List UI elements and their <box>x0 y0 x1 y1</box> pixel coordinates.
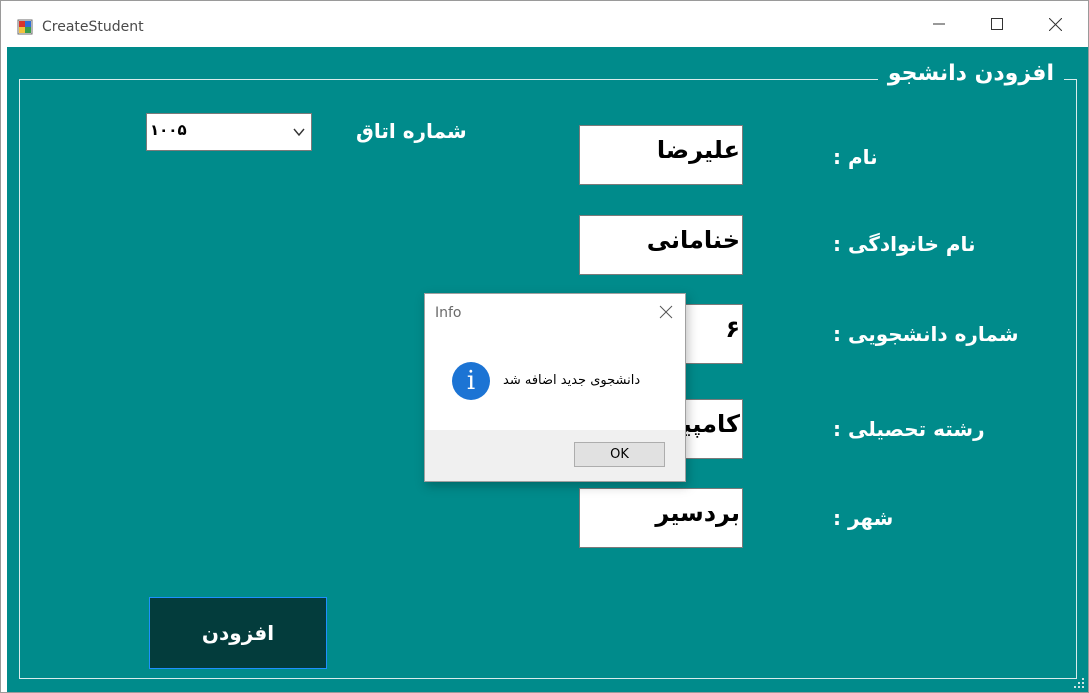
last-name-label: نام خانوادگی : <box>833 232 976 256</box>
last-name-field[interactable]: خنامانی <box>579 215 743 275</box>
room-number-value: ۱۰۰۵ <box>150 121 187 139</box>
last-name-value: خنامانی <box>646 226 740 254</box>
city-label: شهر : <box>833 506 894 530</box>
first-name-label: نام : <box>833 145 878 169</box>
student-number-value: ۶ <box>725 315 740 343</box>
room-number-label: شماره اتاق <box>356 119 467 143</box>
first-name-value: علیرضا <box>656 136 740 164</box>
maximize-icon <box>991 18 1003 30</box>
window-title: CreateStudent <box>42 19 144 35</box>
message-text: دانشجوی جدید اضافه شد <box>503 373 641 388</box>
ok-button[interactable]: OK <box>574 442 665 467</box>
message-box-title: Info <box>435 305 462 321</box>
title-bar[interactable]: CreateStudent <box>1 1 1088 47</box>
app-icon <box>17 19 33 35</box>
room-number-combobox[interactable]: ۱۰۰۵ <box>146 113 312 151</box>
city-value: بردسیر <box>655 499 740 527</box>
main-window: CreateStudent افزودن دانشجو ۱۰۰۵ شماره ا… <box>0 0 1089 693</box>
first-name-field[interactable]: علیرضا <box>579 125 743 185</box>
minimize-icon <box>933 23 945 25</box>
close-icon[interactable] <box>659 305 673 319</box>
resize-grip-icon[interactable] <box>1073 677 1085 689</box>
message-box-footer: OK <box>425 430 685 481</box>
close-icon <box>1048 17 1062 31</box>
minimize-button[interactable] <box>910 1 968 47</box>
add-button[interactable]: افزودن <box>149 597 327 669</box>
city-field[interactable]: بردسیر <box>579 488 743 548</box>
info-icon: i <box>452 362 490 400</box>
chevron-down-icon <box>293 128 305 137</box>
maximize-button[interactable] <box>968 1 1026 47</box>
close-button[interactable] <box>1026 1 1084 47</box>
info-message-box: Info i دانشجوی جدید اضافه شد OK <box>424 293 686 482</box>
group-title: افزودن دانشجو <box>877 61 1064 86</box>
student-number-label: شماره دانشجویی : <box>833 322 1019 346</box>
major-label: رشته تحصیلی : <box>833 417 985 441</box>
